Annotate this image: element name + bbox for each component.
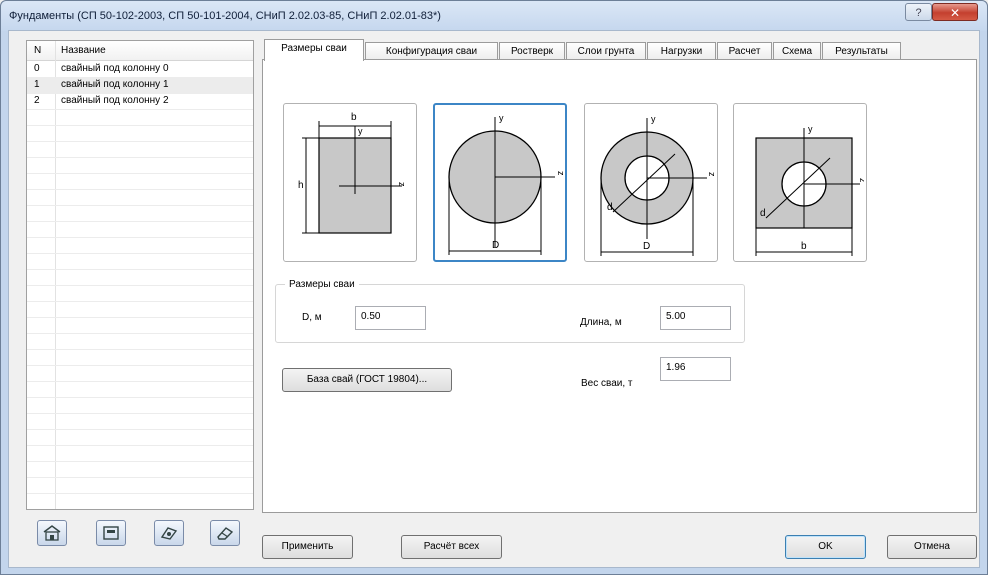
close-button[interactable]: ✕ [932, 3, 978, 21]
dim-d-label: D [492, 240, 499, 251]
calculate-all-button[interactable]: Расчёт всех [401, 535, 502, 559]
list-item[interactable]: 2 свайный под колонну 2 [27, 93, 253, 110]
list-item-empty[interactable] [27, 493, 253, 509]
diameter-label: D, м [302, 312, 322, 323]
list-item-empty[interactable] [27, 333, 253, 350]
list-item-empty[interactable] [27, 157, 253, 174]
rectangular-pile-icon: b y h z [298, 112, 407, 234]
list-item-empty[interactable] [27, 269, 253, 286]
pile-type-rectangular[interactable]: b y h z [283, 103, 417, 262]
dim-small-d-label: d [760, 208, 766, 219]
list-item-empty[interactable] [27, 237, 253, 254]
pile-weight-label: Вес сваи, т [581, 378, 633, 389]
tab-soil-layers[interactable]: Слои грунта [566, 42, 646, 60]
tab-pile-sizes[interactable]: Размеры сваи [264, 39, 364, 61]
list-item-empty[interactable] [27, 477, 253, 494]
copy-icon [160, 527, 178, 540]
list-item-name: свайный под колонну 1 [61, 79, 169, 90]
axis-z-label: z [707, 172, 715, 177]
dim-b-label: b [801, 241, 807, 252]
axis-y-label: y [499, 113, 504, 123]
list-header: N Название [27, 41, 253, 61]
tab-grillage[interactable]: Ростверк [499, 42, 565, 60]
cancel-button[interactable]: Отмена [887, 535, 977, 559]
list-item-empty[interactable] [27, 413, 253, 430]
title-bar[interactable]: Фундаменты (СП 50-102-2003, СП 50-101-20… [1, 1, 987, 31]
list-item[interactable]: 0 свайный под колонну 0 [27, 61, 253, 78]
add-foundation-button[interactable] [37, 520, 67, 546]
list-item-empty[interactable] [27, 429, 253, 446]
list-item-empty[interactable] [27, 253, 253, 270]
list-item-empty[interactable] [27, 317, 253, 334]
axis-z-label: z [858, 178, 864, 183]
tab-scheme[interactable]: Схема [773, 42, 821, 60]
axis-y-label: y [358, 126, 363, 136]
column-header-n[interactable]: N [34, 45, 41, 56]
list-item-empty[interactable] [27, 205, 253, 222]
list-item-empty[interactable] [27, 173, 253, 190]
list-item-empty[interactable] [27, 109, 253, 126]
ring-pile-icon: y z d D [600, 114, 717, 256]
pile-sizes-group-label: Размеры сваи [285, 279, 359, 290]
length-label: Длина, м [580, 317, 622, 328]
list-item[interactable]: 1 свайный под колонну 1 [27, 77, 253, 94]
list-item-empty[interactable] [27, 221, 253, 238]
apply-button[interactable]: Применить [262, 535, 353, 559]
pile-type-ring[interactable]: y z d D [584, 103, 718, 262]
list-item-number: 0 [34, 63, 40, 74]
list-item-number: 1 [34, 79, 40, 90]
list-item-empty[interactable] [27, 285, 253, 302]
axis-z-label: z [397, 182, 407, 187]
list-item-empty[interactable] [27, 397, 253, 414]
list-item-empty[interactable] [27, 125, 253, 142]
list-item-empty[interactable] [27, 189, 253, 206]
dim-b-label: b [351, 112, 357, 123]
pile-type-circular[interactable]: y z D [433, 103, 567, 262]
list-item-name: свайный под колонну 0 [61, 63, 169, 74]
axis-y-label: y [651, 114, 656, 124]
axis-y-label: y [808, 124, 813, 134]
dim-d-label: D [643, 241, 650, 252]
diameter-input[interactable]: 0.50 [355, 306, 426, 330]
pile-weight-input[interactable]: 1.96 [660, 357, 731, 381]
help-button[interactable]: ? [905, 3, 932, 21]
foundation-list[interactable]: N Название 0 свайный под колонну 0 1 свайны… [26, 40, 254, 510]
square-hollow-pile-icon: y z d b [755, 124, 868, 256]
dim-small-d-label: d [607, 202, 613, 213]
list-item-empty[interactable] [27, 349, 253, 366]
house-icon [43, 525, 61, 541]
list-item-empty[interactable] [27, 381, 253, 398]
tab-loads[interactable]: Нагрузки [647, 42, 716, 60]
axis-z-label: z [556, 171, 565, 176]
window-title: Фундаменты (СП 50-102-2003, СП 50-101-20… [9, 10, 441, 22]
pile-database-button[interactable]: База свай (ГОСТ 19804)... [282, 368, 452, 392]
tab-results[interactable]: Результаты [822, 42, 901, 60]
list-item-empty[interactable] [27, 461, 253, 478]
length-input[interactable]: 5.00 [660, 306, 731, 330]
circular-pile-icon: y z D [448, 113, 566, 255]
eraser-icon [217, 527, 234, 540]
column-header-name[interactable]: Название [61, 45, 106, 56]
list-item-empty[interactable] [27, 365, 253, 382]
dim-h-label: h [298, 180, 304, 191]
tab-calculation[interactable]: Расчет [717, 42, 772, 60]
list-item-name: свайный под колонну 2 [61, 95, 169, 106]
list-item-empty[interactable] [27, 141, 253, 158]
tab-pile-configuration[interactable]: Конфигурация сваи [365, 42, 498, 60]
delete-foundation-button[interactable] [210, 520, 240, 546]
list-item-empty[interactable] [27, 301, 253, 318]
edit-foundation-button[interactable] [96, 520, 126, 546]
list-item-empty[interactable] [27, 445, 253, 462]
list-item-number: 2 [34, 95, 40, 106]
ok-button[interactable]: OK [785, 535, 866, 559]
copy-foundation-button[interactable] [154, 520, 184, 546]
pile-type-square-hollow[interactable]: y z d b [733, 103, 868, 262]
frame-icon [103, 526, 119, 540]
